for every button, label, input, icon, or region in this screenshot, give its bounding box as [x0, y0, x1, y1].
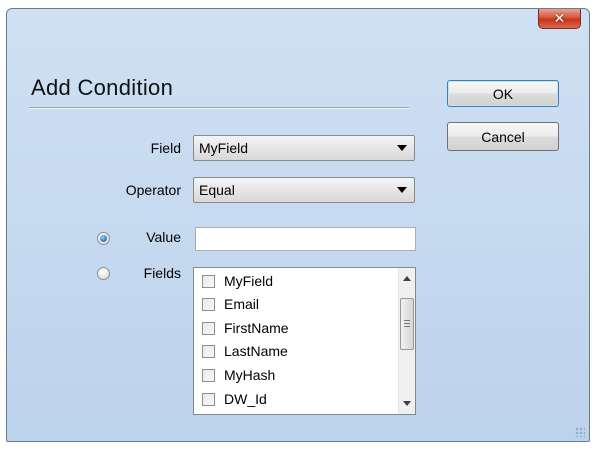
- checkbox[interactable]: [202, 321, 215, 335]
- value-label[interactable]: Value: [121, 229, 181, 245]
- list-item-label: LastName: [224, 343, 288, 359]
- fields-label[interactable]: Fields: [121, 265, 181, 281]
- field-dropdown[interactable]: MyField: [193, 135, 415, 161]
- chevron-down-icon: [397, 187, 407, 193]
- operator-dropdown[interactable]: Equal: [193, 177, 415, 203]
- grip-line: [404, 323, 410, 324]
- list-item-label: MyHash: [224, 367, 276, 383]
- cancel-button[interactable]: Cancel: [447, 122, 559, 151]
- list-item-label: MyField: [224, 273, 274, 289]
- checkbox[interactable]: [202, 368, 215, 382]
- close-icon: ✕: [553, 10, 566, 27]
- dialog-window: ✕ Add Condition OK Cancel Field MyField …: [6, 8, 590, 442]
- dialog-heading: Add Condition: [31, 75, 174, 100]
- value-radio[interactable]: [97, 232, 110, 245]
- checkbox[interactable]: [202, 392, 215, 406]
- grip-line: [404, 320, 410, 321]
- operator-dropdown-value: Equal: [199, 182, 235, 198]
- field-dropdown-value: MyField: [199, 140, 249, 156]
- fields-checklist[interactable]: MyField Email FirstName LastName MyHash …: [193, 267, 416, 415]
- radio-selected-dot: [100, 235, 107, 242]
- list-item[interactable]: Email: [202, 293, 259, 315]
- list-item[interactable]: MyHash: [202, 364, 275, 386]
- vertical-scrollbar[interactable]: [398, 268, 415, 414]
- field-label: Field: [150, 140, 181, 156]
- operator-label: Operator: [125, 182, 181, 198]
- list-item[interactable]: MyField: [202, 270, 273, 292]
- checkbox[interactable]: [202, 297, 215, 311]
- list-item[interactable]: LastName: [202, 340, 288, 362]
- close-button[interactable]: ✕: [538, 9, 581, 29]
- grip-line: [404, 326, 410, 327]
- scroll-down-arrow-icon[interactable]: [403, 401, 411, 406]
- resize-grip-icon[interactable]: [575, 427, 585, 437]
- scroll-up-arrow-icon[interactable]: [403, 276, 411, 281]
- ok-button[interactable]: OK: [447, 80, 559, 107]
- fields-radio[interactable]: [97, 267, 110, 280]
- list-item-label: FirstName: [224, 320, 289, 336]
- list-item-label: Email: [224, 296, 260, 312]
- list-item[interactable]: DW_Id: [202, 388, 267, 410]
- scrollbar-thumb[interactable]: [400, 298, 414, 350]
- value-input[interactable]: [195, 227, 416, 251]
- checkbox[interactable]: [202, 274, 215, 288]
- heading-divider: [29, 107, 409, 109]
- chevron-down-icon: [397, 145, 407, 151]
- checkbox[interactable]: [202, 344, 215, 358]
- title-bar[interactable]: ✕: [7, 9, 589, 65]
- list-item[interactable]: FirstName: [202, 317, 289, 339]
- list-item-label: DW_Id: [224, 391, 267, 407]
